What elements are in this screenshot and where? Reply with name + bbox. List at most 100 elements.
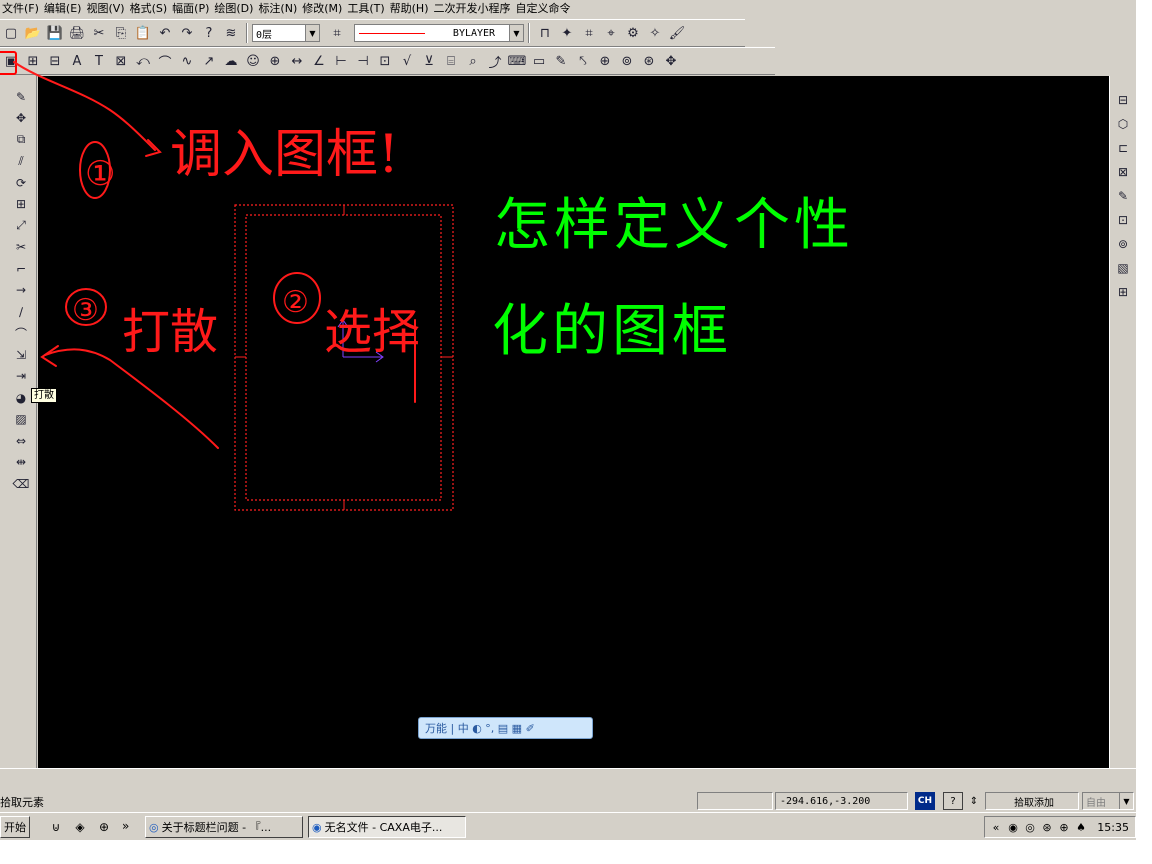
leader-icon[interactable]: ⤴: [484, 50, 506, 72]
sound-icon[interactable]: ◎: [1022, 819, 1038, 835]
eraser-icon[interactable]: ⌫: [10, 473, 32, 495]
tray-expand-icon[interactable]: «: [988, 819, 1004, 835]
brush-icon[interactable]: ✎: [10, 86, 32, 108]
copy-icon[interactable]: ⎘: [110, 22, 132, 44]
undo-icon[interactable]: ↶: [154, 22, 176, 44]
table-icon[interactable]: T: [88, 50, 110, 72]
view-icon[interactable]: ⊏: [1112, 136, 1134, 160]
insert-icon[interactable]: ⊞: [1112, 280, 1134, 304]
pick-mode-field[interactable]: 拾取添加: [985, 792, 1079, 810]
frame-icon[interactable]: ⊞: [22, 50, 44, 72]
filter-icon[interactable]: ⌖: [600, 22, 622, 44]
task-caxa[interactable]: ◉ 无名文件 - CAXA电子...: [308, 816, 466, 838]
line-icon[interactable]: ⤺: [132, 50, 154, 72]
pan-icon[interactable]: ✥: [660, 50, 682, 72]
media-icon[interactable]: ◈: [70, 817, 90, 837]
dimension-icon[interactable]: ↔: [286, 50, 308, 72]
snap-mode-select[interactable]: 自由 ▼: [1082, 792, 1134, 810]
layer-select[interactable]: 0层 ▼: [252, 24, 320, 42]
chevron-down-icon[interactable]: ▼: [305, 25, 319, 41]
menu-item-10[interactable]: 二次开发小程序: [432, 1, 514, 17]
ie-icon[interactable]: ⊍: [46, 817, 66, 837]
browser-icon[interactable]: ⊕: [94, 817, 114, 837]
chevron-down-icon[interactable]: ▼: [509, 25, 523, 41]
explode-icon[interactable]: ⇲: [10, 344, 32, 366]
redo-icon[interactable]: ↷: [176, 22, 198, 44]
hatch-icon[interactable]: ▨: [10, 409, 32, 431]
paste-icon[interactable]: 📋: [132, 22, 154, 44]
rotate-icon[interactable]: ⟳: [10, 172, 32, 194]
snap-icon[interactable]: ⊓: [534, 22, 556, 44]
color-icon[interactable]: ◕: [10, 387, 32, 409]
trim-icon[interactable]: ✂: [10, 237, 32, 259]
array-icon[interactable]: ⊞: [10, 194, 32, 216]
flag-icon[interactable]: ♠: [1073, 819, 1089, 835]
tolerance-icon[interactable]: ⊡: [374, 50, 396, 72]
chevron-down-icon[interactable]: ▼: [1119, 793, 1133, 809]
clock[interactable]: 15:35: [1097, 821, 1129, 834]
save-icon[interactable]: 💾: [44, 22, 66, 44]
label-icon[interactable]: ⇹: [10, 452, 32, 474]
layer-icon[interactable]: ≋: [220, 22, 242, 44]
menu-item-9[interactable]: 帮助(H): [388, 1, 432, 17]
cut-icon[interactable]: ✂: [88, 22, 110, 44]
scale-icon[interactable]: ⤢: [10, 215, 32, 237]
extend-icon[interactable]: →: [10, 280, 32, 302]
symbol-icon[interactable]: ⊻: [418, 50, 440, 72]
text-edit-icon[interactable]: ⊠: [110, 50, 132, 72]
menu-item-6[interactable]: 标注(N): [256, 1, 300, 17]
spinner-icon[interactable]: ⇕: [968, 792, 980, 810]
help-icon[interactable]: ?: [943, 792, 963, 810]
menu-item-3[interactable]: 格式(S): [128, 1, 171, 17]
new-file-icon[interactable]: ▢: [0, 22, 22, 44]
cloud-icon[interactable]: ☁: [220, 50, 242, 72]
menu-item-8[interactable]: 工具(T): [345, 1, 387, 17]
break-icon[interactable]: ∕: [10, 301, 32, 323]
layout-icon[interactable]: ⊟: [1112, 88, 1134, 112]
start-button[interactable]: 开始: [0, 816, 30, 838]
point-icon[interactable]: ✦: [556, 22, 578, 44]
arrow-icon[interactable]: ↗: [198, 50, 220, 72]
grid-icon[interactable]: ⊕: [264, 50, 286, 72]
block-edit-icon[interactable]: ⊚: [1112, 232, 1134, 256]
linetype-select[interactable]: BYLAYER ▼: [354, 24, 524, 42]
open-folder-icon[interactable]: 📂: [22, 22, 44, 44]
pencil-icon[interactable]: ✎: [550, 50, 572, 72]
mark-icon[interactable]: ⌸: [440, 50, 462, 72]
zoom-prev-icon[interactable]: ⤣: [572, 50, 594, 72]
weld-icon[interactable]: ⊣: [352, 50, 374, 72]
print-icon[interactable]: 🖨: [66, 22, 88, 44]
fillet-icon[interactable]: ⌐: [10, 258, 32, 280]
menu-item-1[interactable]: 编辑(E): [42, 1, 85, 17]
update-icon[interactable]: ⊕: [1056, 819, 1072, 835]
ime-icon[interactable]: ⊛: [1039, 819, 1055, 835]
curve-icon[interactable]: ∿: [176, 50, 198, 72]
arc-icon[interactable]: ⌒: [154, 50, 176, 72]
roughness-icon[interactable]: √: [396, 50, 418, 72]
menu-item-4[interactable]: 幅面(P): [170, 1, 212, 17]
help-icon[interactable]: ?: [198, 22, 220, 44]
angle-dim-icon[interactable]: ∠: [308, 50, 330, 72]
zoom-icon[interactable]: ⊕: [594, 50, 616, 72]
menu-item-7[interactable]: 修改(M): [300, 1, 345, 17]
display-icon[interactable]: ⌗: [578, 22, 600, 44]
measure-icon[interactable]: ▭: [528, 50, 550, 72]
copy-object-icon[interactable]: ⧉: [10, 129, 32, 151]
quicklaunch-more[interactable]: »: [122, 819, 129, 833]
face-icon[interactable]: ☺: [242, 50, 264, 72]
ime-toolbar[interactable]: 万能 | 中 ◐ °, ▤ ▦ ✐: [418, 717, 593, 739]
zoom-window-icon[interactable]: ⊚: [616, 50, 638, 72]
ime-mode-badge[interactable]: CH: [915, 792, 935, 810]
task-forum-page[interactable]: ◎ 关于标题栏问题 - 『...: [145, 816, 303, 838]
menu-item-11[interactable]: 自定义命令: [514, 1, 574, 17]
move-icon[interactable]: ✥: [10, 108, 32, 130]
balloon-icon[interactable]: ⌕: [462, 50, 484, 72]
query-icon[interactable]: ⌨: [506, 50, 528, 72]
ordinate-icon[interactable]: ⊢: [330, 50, 352, 72]
align-icon[interactable]: ⇥: [10, 366, 32, 388]
library-icon[interactable]: ▧: [1112, 256, 1134, 280]
view-list-icon[interactable]: ⊠: [1112, 160, 1134, 184]
zoom-all-icon[interactable]: ⊛: [638, 50, 660, 72]
color-icon[interactable]: ⌗: [326, 22, 348, 44]
title-block-icon[interactable]: ⊟: [44, 50, 66, 72]
